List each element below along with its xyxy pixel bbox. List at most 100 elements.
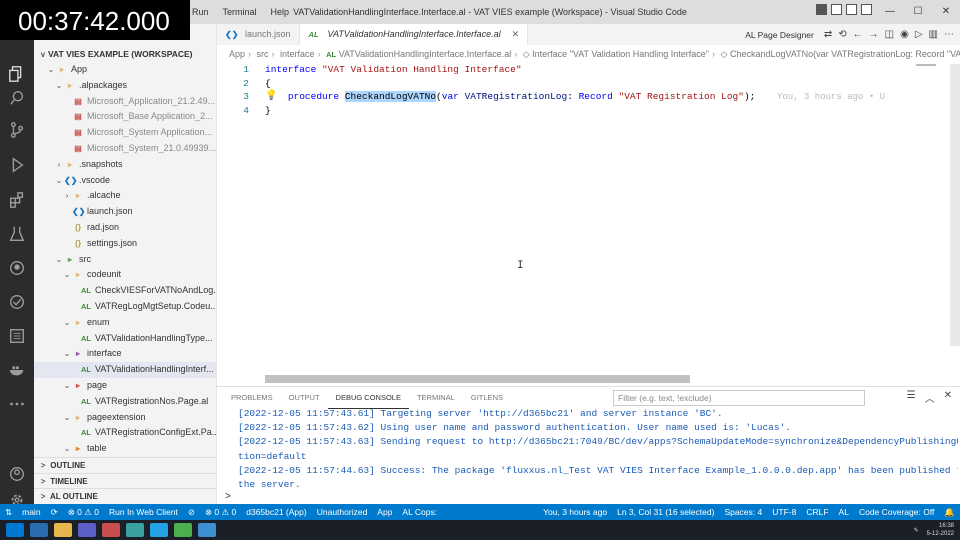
server-status[interactable]: d365bc21 (App) <box>241 507 312 517</box>
close-tab-icon[interactable]: ✕ <box>512 24 520 45</box>
compare-icon[interactable]: ⇄ <box>824 29 832 40</box>
more-actions-icon[interactable]: ⋯ <box>944 29 954 40</box>
tree-item[interactable]: ⌄ ▸ enum <box>34 315 216 331</box>
encoding-status[interactable]: UTF-8 <box>767 507 801 517</box>
tree-item[interactable]: ⌄ ▸ pageextension <box>34 410 216 426</box>
menu-help[interactable]: Help <box>264 7 297 17</box>
powerpoint-icon[interactable] <box>102 523 120 537</box>
tab-gitlens[interactable]: GITLENS <box>463 387 511 409</box>
tree-item[interactable]: {} settings.json <box>34 236 216 252</box>
tree-item[interactable]: › ▸ .alcache <box>34 188 216 204</box>
tree-item[interactable]: ▤ Microsoft_System Application... <box>34 125 216 141</box>
start-icon[interactable] <box>6 523 24 537</box>
extensions-icon[interactable] <box>7 190 27 210</box>
close-window-button[interactable]: ✕ <box>932 0 960 24</box>
account-icon[interactable] <box>7 464 27 484</box>
console-prompt[interactable]: > <box>225 491 231 502</box>
clock[interactable]: 16:38 5-12-2022 <box>927 522 954 538</box>
testing-icon[interactable] <box>7 224 27 244</box>
pen-icon[interactable]: ✎ <box>914 527 919 534</box>
eol-status[interactable]: CRLF <box>801 507 833 517</box>
language-status[interactable]: AL <box>834 507 854 517</box>
source-control-icon[interactable] <box>7 120 27 140</box>
run-debug-icon[interactable] <box>7 155 27 175</box>
file-explorer-icon[interactable] <box>54 523 72 537</box>
split-icon[interactable]: ◫ <box>885 29 894 40</box>
breadcrumb-item[interactable]: Interface "VAT Validation Handling Inter… <box>532 49 709 59</box>
sync-status[interactable]: ⟳ <box>46 507 63 518</box>
outline-section[interactable]: > OUTLINE <box>34 457 216 473</box>
breadcrumb-item[interactable]: CheckandLogVATNo(var VATRegistrationLog:… <box>730 49 960 59</box>
tree-item[interactable]: › ▸ .snapshots <box>34 157 216 173</box>
breadcrumb-item[interactable]: src <box>257 49 269 59</box>
docker-icon[interactable] <box>7 360 27 380</box>
menu-terminal[interactable]: Terminal <box>216 7 264 17</box>
tab-problems[interactable]: PROBLEMS <box>223 387 281 409</box>
al-page-designer-button[interactable]: AL Page Designer <box>745 30 814 40</box>
remote-icon[interactable]: ⇅ <box>0 507 17 518</box>
history-icon[interactable]: ⟲ <box>838 29 846 40</box>
horizontal-scrollbar[interactable] <box>265 375 690 383</box>
tree-item[interactable]: ❮❯ launch.json <box>34 204 216 220</box>
vertical-scrollbar[interactable] <box>950 64 960 346</box>
console-filter-input[interactable]: Filter (e.g. text, !exclude) <box>613 390 865 406</box>
tree-item[interactable]: ⌄ ▸ App <box>34 62 216 78</box>
timeline-section[interactable]: > TIMELINE <box>34 472 216 489</box>
tree-item[interactable]: AL VATValidationHandlingType... <box>34 331 216 347</box>
al-explorer-icon[interactable] <box>7 292 27 312</box>
tree-item[interactable]: AL VATRegistrationNos.Page.al <box>34 394 216 410</box>
run-web-client-status[interactable]: Run In Web Client <box>104 507 183 517</box>
errors-status[interactable]: ⊗ 0 ⚠ 0 <box>200 507 241 518</box>
workspace-header[interactable]: v VAT VIES EXAMPLE (WORKSPACE) <box>34 46 216 62</box>
tree-item[interactable]: AL VATRegistrationConfigExt.Pa... <box>34 425 216 441</box>
tree-item[interactable]: ⌄ ▸ src <box>34 252 216 268</box>
tree-item[interactable]: ⌄ ❮❯ .vscode <box>34 173 216 189</box>
explorer-icon[interactable] <box>7 64 27 84</box>
toggle-sidebar-icon[interactable] <box>816 4 827 15</box>
blame-status[interactable]: You, 3 hours ago <box>538 507 612 517</box>
tab-output[interactable]: OUTPUT <box>281 387 328 409</box>
al-outline-section[interactable]: > AL OUTLINE <box>34 488 216 504</box>
problems-status[interactable]: ⊗ 0 ⚠ 0 <box>63 507 104 518</box>
maximize-panel-icon[interactable]: ︿ <box>925 390 935 405</box>
play-icon[interactable]: ▷ <box>915 29 923 40</box>
tree-item[interactable]: ▤ Microsoft_System_21.0.49939.... <box>34 141 216 157</box>
list-icon[interactable] <box>7 326 27 346</box>
cursor-position-status[interactable]: Ln 3, Col 31 (16 selected) <box>612 507 719 517</box>
clear-console-icon[interactable]: ☰ <box>907 390 916 405</box>
tab-debug-console[interactable]: DEBUG CONSOLE <box>327 387 409 409</box>
toggle-panel-icon[interactable] <box>831 4 842 15</box>
auth-status[interactable]: Unauthorized <box>312 507 373 517</box>
tab-interface-al[interactable]: AL VATValidationHandlingInterface.Interf… <box>299 24 529 45</box>
teams-icon[interactable] <box>78 523 96 537</box>
tree-item[interactable]: ⌄ ▸ page <box>34 378 216 394</box>
code-coverage-status[interactable]: Code Coverage: Off <box>854 507 939 517</box>
github-action-icon[interactable]: ◉ <box>900 29 909 40</box>
app-taskbar-icon[interactable] <box>198 523 216 537</box>
tree-item[interactable]: ⌄ ▸ codeunit <box>34 267 216 283</box>
tree-item[interactable]: AL CheckVIESForVATNoAndLog... <box>34 283 216 299</box>
tree-item[interactable]: ⌄ ▸ table <box>34 441 216 457</box>
maximize-button[interactable]: ☐ <box>904 0 932 24</box>
notifications-icon[interactable]: 🔔 <box>939 507 960 518</box>
minimap[interactable] <box>916 64 936 66</box>
branch-status[interactable]: main <box>17 507 45 517</box>
close-panel-icon[interactable]: ✕ <box>944 390 952 405</box>
search-icon[interactable] <box>7 88 27 108</box>
tree-item[interactable]: ⌄ ▸ interface <box>34 346 216 362</box>
back-icon[interactable]: ← <box>853 29 863 40</box>
minimize-button[interactable]: — <box>876 0 904 24</box>
vscode-taskbar-icon[interactable] <box>150 523 168 537</box>
outlook-icon[interactable] <box>30 523 48 537</box>
tree-item[interactable]: AL VATRegLogMgtSetup.Codeu... <box>34 299 216 315</box>
breadcrumb-item[interactable]: VATValidationHandlingInterface.Interface… <box>339 49 512 59</box>
chrome-icon[interactable] <box>174 523 192 537</box>
split-editor-icon[interactable]: ▥ <box>929 29 938 40</box>
forward-icon[interactable]: → <box>869 29 879 40</box>
more-icon[interactable] <box>7 394 27 414</box>
github-icon[interactable] <box>7 258 27 278</box>
tree-item[interactable]: ▤ Microsoft_Base Application_2... <box>34 109 216 125</box>
customize-layout-icon[interactable] <box>861 4 872 15</box>
app-status[interactable]: App <box>372 507 397 517</box>
al-cops-status[interactable]: AL Cops: <box>397 507 442 517</box>
